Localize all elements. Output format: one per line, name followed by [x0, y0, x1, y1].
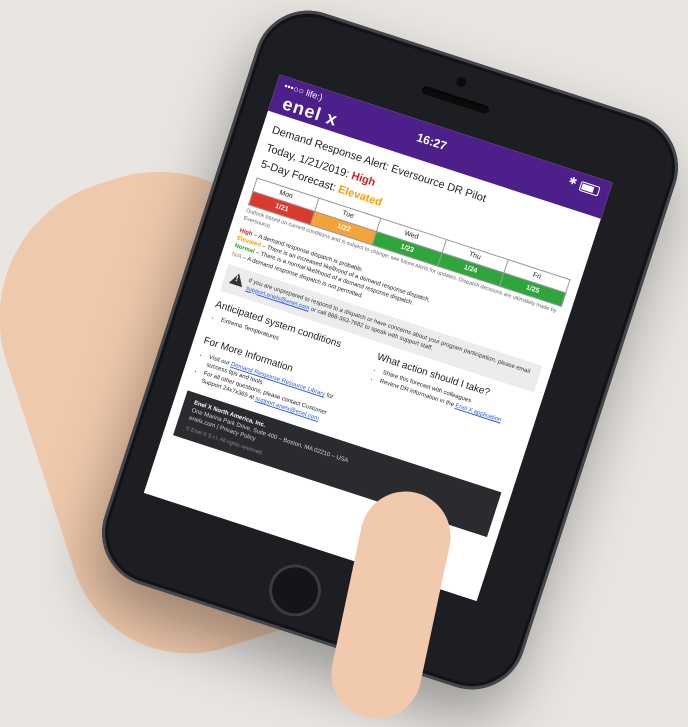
warning-icon	[228, 271, 246, 287]
home-button[interactable]	[262, 557, 328, 624]
status-time: 16:27	[414, 130, 449, 154]
front-camera	[455, 75, 468, 89]
photo-scene: •••○○ life:) enel x 16:27 ✱ Demand Respo…	[0, 0, 688, 727]
battery-icon	[578, 180, 601, 197]
earpiece-speaker	[420, 85, 490, 115]
bluetooth-icon: ✱	[567, 175, 579, 189]
